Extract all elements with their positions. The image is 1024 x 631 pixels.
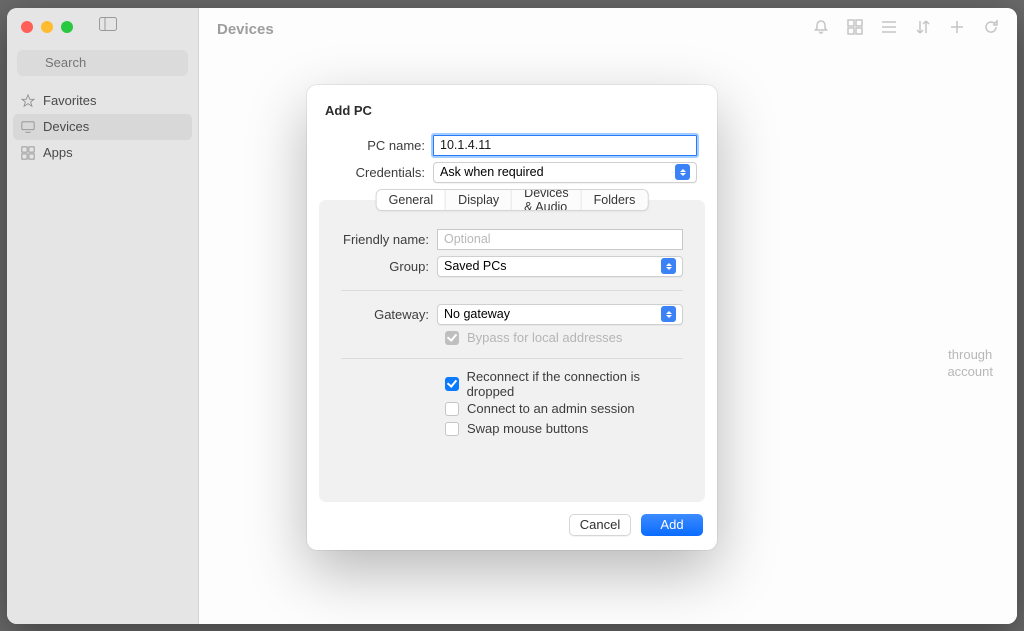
divider — [341, 358, 683, 359]
refresh-icon[interactable] — [983, 19, 999, 40]
sidebar-item-label: Apps — [43, 145, 73, 160]
bell-icon[interactable] — [813, 19, 829, 40]
bypass-label: Bypass for local addresses — [467, 330, 622, 345]
swap-checkbox[interactable] — [445, 422, 459, 436]
toolbar: Devices — [199, 8, 1017, 52]
sidebar: Favorites Devices Apps — [7, 8, 199, 624]
dialog-title: Add PC — [307, 85, 717, 132]
list-view-icon[interactable] — [881, 19, 897, 40]
tab-panel: General Display Devices & Audio Folders … — [319, 200, 705, 502]
search-container — [7, 46, 198, 86]
app-window: Favorites Devices Apps Devices — [7, 8, 1017, 624]
tab-bar: General Display Devices & Audio Folders — [376, 189, 649, 211]
sidebar-toggle-icon[interactable] — [99, 17, 117, 36]
credentials-label: Credentials: — [327, 165, 433, 180]
chevron-updown-icon — [675, 164, 690, 180]
chevron-updown-icon — [661, 258, 676, 274]
star-icon — [21, 94, 35, 108]
tab-devices-audio[interactable]: Devices & Audio — [512, 190, 581, 210]
page-title: Devices — [217, 21, 813, 38]
sidebar-item-label: Favorites — [43, 93, 96, 108]
dialog-footer: Cancel Add — [307, 502, 717, 550]
reconnect-label: Reconnect if the connection is dropped — [467, 369, 683, 399]
window-controls — [7, 8, 198, 46]
swap-checkbox-row[interactable]: Swap mouse buttons — [341, 419, 683, 439]
search-input[interactable] — [17, 50, 188, 76]
sidebar-item-devices[interactable]: Devices — [13, 114, 192, 140]
credentials-value: Ask when required — [440, 165, 544, 179]
cancel-button[interactable]: Cancel — [569, 514, 631, 536]
admin-label: Connect to an admin session — [467, 401, 635, 416]
fullscreen-window-icon[interactable] — [61, 21, 73, 33]
divider — [341, 290, 683, 291]
sidebar-item-favorites[interactable]: Favorites — [13, 88, 192, 114]
friendly-name-input[interactable] — [437, 229, 683, 250]
pc-name-label: PC name: — [327, 138, 433, 153]
close-window-icon[interactable] — [21, 21, 33, 33]
grid-view-icon[interactable] — [847, 19, 863, 40]
gateway-select[interactable]: No gateway — [437, 304, 683, 325]
tab-display[interactable]: Display — [446, 190, 512, 210]
admin-checkbox-row[interactable]: Connect to an admin session — [341, 399, 683, 419]
gateway-label: Gateway: — [341, 307, 437, 322]
add-button[interactable]: Add — [641, 514, 703, 536]
friendly-name-label: Friendly name: — [341, 232, 437, 247]
chevron-updown-icon — [661, 306, 676, 322]
pc-name-input[interactable] — [433, 135, 697, 156]
reconnect-checkbox[interactable] — [445, 377, 459, 391]
tab-general[interactable]: General — [377, 190, 446, 210]
monitor-icon — [21, 120, 35, 134]
bypass-checkbox — [445, 331, 459, 345]
admin-checkbox[interactable] — [445, 402, 459, 416]
gateway-value: No gateway — [444, 307, 510, 321]
general-tab-content: Friendly name: Group: Saved PCs Gateway:… — [319, 200, 705, 439]
group-select[interactable]: Saved PCs — [437, 256, 683, 277]
sidebar-list: Favorites Devices Apps — [7, 86, 198, 168]
tab-folders[interactable]: Folders — [582, 190, 648, 210]
bypass-checkbox-row: Bypass for local addresses — [341, 328, 683, 348]
add-icon[interactable] — [949, 19, 965, 40]
toolbar-actions — [813, 19, 999, 40]
sort-icon[interactable] — [915, 19, 931, 40]
group-label: Group: — [341, 259, 437, 274]
grid-icon — [21, 146, 35, 160]
add-pc-dialog: Add PC PC name: Credentials: Ask when re… — [307, 85, 717, 550]
reconnect-checkbox-row[interactable]: Reconnect if the connection is dropped — [341, 369, 683, 399]
sidebar-item-label: Devices — [43, 119, 89, 134]
credentials-select[interactable]: Ask when required — [433, 162, 697, 183]
swap-label: Swap mouse buttons — [467, 421, 588, 436]
background-hint: through account — [947, 346, 993, 380]
minimize-window-icon[interactable] — [41, 21, 53, 33]
sidebar-item-apps[interactable]: Apps — [13, 140, 192, 166]
group-value: Saved PCs — [444, 259, 507, 273]
